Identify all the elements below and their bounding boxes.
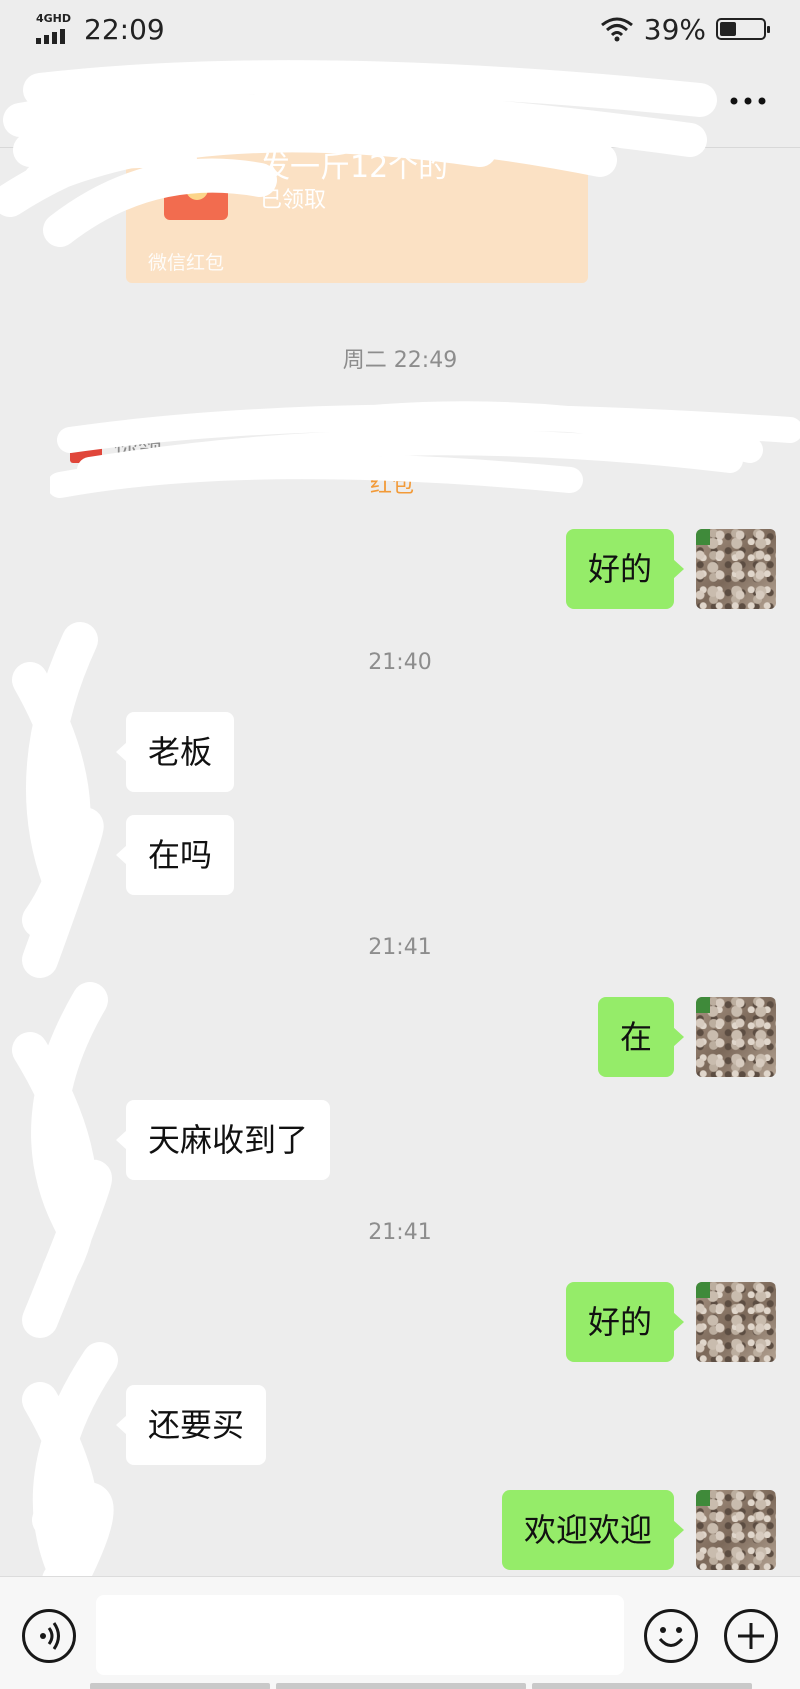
timestamp: 21:41 bbox=[368, 1220, 432, 1245]
input-bar bbox=[0, 1576, 800, 1689]
red-packet-card[interactable]: ¥ 发一斤12个的 已领取 微信红包 bbox=[126, 148, 588, 283]
red-packet-brand: 微信红包 bbox=[148, 252, 225, 274]
status-left: 4GHD 22:09 bbox=[36, 12, 165, 46]
signal-icon: 4GHD bbox=[36, 12, 74, 44]
chevron-left-icon[interactable] bbox=[24, 82, 64, 122]
status-bar: 4GHD 22:09 39% bbox=[0, 0, 800, 58]
gesture-bar bbox=[90, 1683, 270, 1689]
my-avatar[interactable] bbox=[696, 997, 776, 1077]
message-bubble-incoming[interactable]: 在吗 bbox=[115, 815, 235, 895]
message-bubble-outgoing[interactable]: 欢迎欢迎 bbox=[501, 1490, 685, 1570]
red-packet-icon: ¥ bbox=[164, 160, 228, 220]
clock: 22:09 bbox=[84, 12, 165, 46]
message-bubble-incoming[interactable]: 天麻收到了 bbox=[115, 1100, 331, 1180]
timestamp: 21:41 bbox=[368, 935, 432, 960]
emoji-button[interactable] bbox=[644, 1609, 698, 1663]
my-avatar[interactable] bbox=[696, 529, 776, 609]
gesture-bar bbox=[532, 1683, 752, 1689]
message-bubble-incoming[interactable]: 还要买 bbox=[115, 1385, 267, 1465]
network-label: 4GHD bbox=[36, 12, 72, 25]
voice-icon bbox=[40, 1622, 60, 1650]
chat-header bbox=[0, 58, 800, 148]
red-packet-status: 已领取 bbox=[260, 188, 327, 213]
message-bubble-outgoing[interactable]: 好的 bbox=[565, 529, 685, 609]
message-input[interactable] bbox=[96, 1595, 624, 1675]
status-right: 39% bbox=[600, 12, 770, 46]
more-dots-icon[interactable] bbox=[726, 86, 770, 116]
system-notice: 你领 红包 bbox=[70, 425, 730, 498]
my-avatar[interactable] bbox=[696, 1282, 776, 1362]
emoji-icon bbox=[658, 1627, 684, 1647]
battery-percent: 39% bbox=[643, 12, 706, 46]
message-bubble-outgoing[interactable]: 在 bbox=[597, 997, 685, 1077]
system-notice-text: 你领 bbox=[114, 435, 162, 463]
timestamp: 周二 22:49 bbox=[342, 348, 458, 373]
voice-button[interactable] bbox=[22, 1609, 76, 1663]
wifi-icon bbox=[600, 17, 633, 42]
message-bubble-outgoing[interactable]: 好的 bbox=[565, 1282, 685, 1362]
my-avatar[interactable] bbox=[696, 1490, 776, 1570]
plus-button[interactable] bbox=[724, 1609, 778, 1663]
message-bubble-incoming[interactable]: 老板 bbox=[115, 712, 235, 792]
battery-icon bbox=[716, 18, 770, 40]
red-packet-text: 发一斤12个的 bbox=[260, 150, 449, 185]
system-notice-link[interactable]: 红包 bbox=[370, 467, 414, 499]
plus-icon bbox=[738, 1623, 764, 1649]
battery-fill bbox=[720, 22, 736, 36]
gesture-bar bbox=[276, 1683, 526, 1689]
timestamp: 21:40 bbox=[368, 650, 432, 675]
red-packet-mini-icon bbox=[70, 427, 102, 463]
